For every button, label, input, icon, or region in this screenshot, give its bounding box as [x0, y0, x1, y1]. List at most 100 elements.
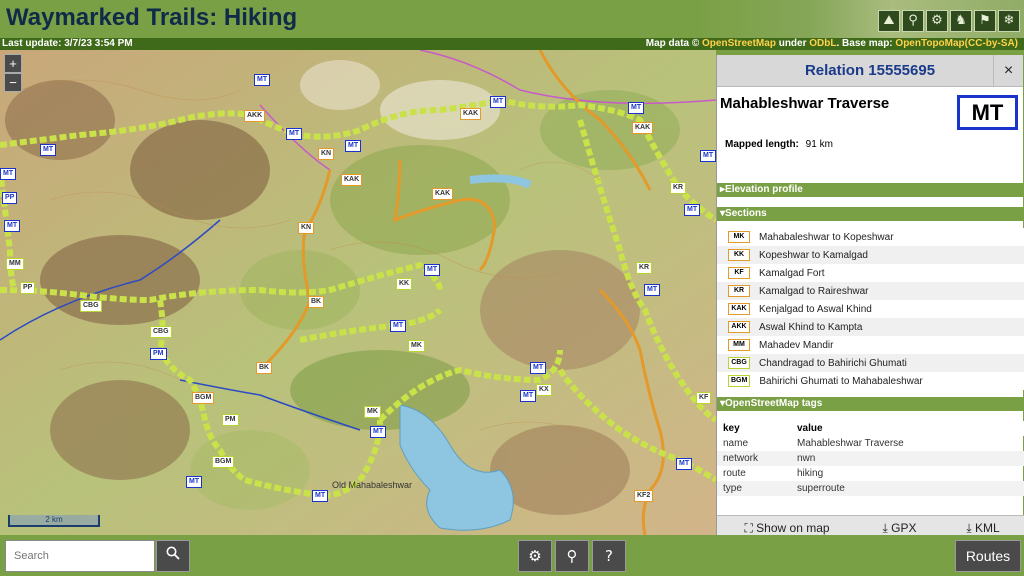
sections-toggle[interactable]: ▾Sections — [717, 207, 1024, 221]
hiking-icon[interactable]: ⛰ — [878, 10, 900, 32]
route-badge[interactable]: MT — [286, 128, 303, 140]
route-badge[interactable]: MT — [0, 168, 17, 180]
mtb-icon[interactable]: ⚙ — [926, 10, 948, 32]
section-name: Chandragad to Bahirichi Ghumati — [759, 357, 907, 369]
map-canvas[interactable] — [0, 50, 716, 535]
route-badge[interactable]: MT — [4, 220, 21, 232]
route-badge[interactable]: KR — [636, 262, 653, 274]
sections-label: Sections — [725, 208, 767, 219]
section-item[interactable]: KF Kamalgad Fort — [717, 264, 1024, 282]
section-item[interactable]: CBG Chandragad to Bahirichi Ghumati — [717, 354, 1024, 372]
route-badge[interactable]: CBG — [80, 300, 102, 312]
route-badge[interactable]: AKK — [244, 110, 266, 122]
route-badge[interactable]: MT — [40, 144, 57, 156]
route-badge[interactable]: MT — [370, 426, 387, 438]
route-badge[interactable]: KF — [696, 392, 712, 404]
relation-title: Relation 15555695 — [804, 62, 936, 79]
bottom-toolbar: ⚙ ⚲ ? Routes — [0, 535, 1024, 576]
route-badge[interactable]: BGM — [192, 392, 215, 404]
section-badge: AKK — [728, 321, 750, 333]
section-item[interactable]: BGM Bahirichi Ghumati to Mahabaleshwar — [717, 372, 1024, 390]
elevation-profile-label: Elevation profile — [725, 184, 803, 195]
section-item[interactable]: AKK Aswal Khind to Kampta — [717, 318, 1024, 336]
route-badge[interactable]: KAK — [341, 174, 363, 186]
route-badge[interactable]: KN — [318, 148, 335, 160]
route-badge[interactable]: MT — [700, 150, 716, 162]
route-badge[interactable]: PP — [20, 282, 36, 294]
section-item[interactable]: MM Mahadev Mandir — [717, 336, 1024, 354]
route-badge[interactable]: MK — [408, 340, 425, 352]
slopes-icon[interactable]: ❄ — [998, 10, 1020, 32]
section-name: Kamalgad to Raireshwar — [759, 285, 869, 297]
riding-icon[interactable]: ♞ — [950, 10, 972, 32]
mapped-length-label: Mapped length: — [725, 139, 799, 150]
zoom-in-button[interactable]: + — [4, 54, 22, 73]
route-badge[interactable]: MK — [364, 406, 381, 418]
route-badge[interactable]: MT — [390, 320, 407, 332]
route-badge[interactable]: MT — [490, 96, 507, 108]
route-badge[interactable]: MT — [520, 390, 537, 402]
mapped-length: Mapped length: 91 km — [725, 139, 833, 150]
osm-link[interactable]: OpenStreetMap — [702, 38, 776, 49]
theme-switcher: ⛰ ⚲ ⚙ ♞ ⚑ ❄ — [878, 10, 1020, 32]
route-badge[interactable]: KR — [670, 182, 687, 194]
section-badge: KR — [728, 285, 750, 297]
route-badge[interactable]: MT — [186, 476, 203, 488]
route-badge[interactable]: MT — [684, 204, 701, 216]
section-name: Mahabaleshwar to Kopeshwar — [759, 231, 894, 243]
section-badge: MM — [728, 339, 750, 351]
route-badge[interactable]: MT — [312, 490, 329, 502]
odbl-link[interactable]: ODbL — [809, 38, 836, 49]
route-badge[interactable]: MT — [644, 284, 661, 296]
map-view[interactable]: AKK MT KN MT MT KAK MT MT KAK KAK KN MT … — [0, 50, 716, 535]
route-badge[interactable]: MM — [6, 258, 24, 270]
route-badge[interactable]: KAK — [632, 122, 654, 134]
zoom-out-button[interactable]: − — [4, 73, 22, 92]
route-badge[interactable]: KF2 — [634, 490, 654, 502]
route-badge[interactable]: CBG — [150, 326, 172, 338]
route-badge[interactable]: PP — [2, 192, 18, 204]
route-badge[interactable]: BK — [256, 362, 273, 374]
section-name: Kamalgad Fort — [759, 267, 825, 279]
route-badge[interactable]: MT — [628, 102, 645, 114]
section-item[interactable]: KK Kopeshwar to Kamalgad — [717, 246, 1024, 264]
section-item[interactable]: MK Mahabaleshwar to Kopeshwar — [717, 228, 1024, 246]
route-badge[interactable]: KK — [396, 278, 413, 290]
gpx-label: GPX — [891, 521, 917, 535]
route-badge[interactable]: BGM — [212, 456, 235, 468]
route-badge[interactable]: MT — [345, 140, 362, 152]
route-badge[interactable]: KAK — [460, 108, 482, 120]
route-badge[interactable]: KN — [298, 222, 315, 234]
elevation-profile-toggle[interactable]: ▸Elevation profile — [717, 183, 1024, 197]
opentopomap-link[interactable]: OpenTopoMap(CC-by-SA) — [895, 38, 1018, 49]
help-button[interactable]: ? — [592, 540, 626, 572]
search-icon — [166, 546, 180, 560]
sections-list: MK Mahabaleshwar to Kopeshwar KK Kopeshwar… — [717, 228, 1024, 390]
section-item[interactable]: KAK Kenjalgad to Aswal Khind — [717, 300, 1024, 318]
route-badge[interactable]: BK — [308, 296, 325, 308]
skating-icon[interactable]: ⚑ — [974, 10, 996, 32]
attribution-text: Map data © — [645, 38, 703, 49]
route-badge[interactable]: PM — [222, 414, 239, 426]
section-item[interactable]: KR Kamalgad to Raireshwar — [717, 282, 1024, 300]
route-badge[interactable]: MT — [424, 264, 441, 276]
section-badge: CBG — [728, 357, 750, 369]
routes-button[interactable]: Routes — [955, 540, 1021, 572]
close-button[interactable]: × — [993, 55, 1023, 87]
route-badge[interactable]: KAK — [432, 188, 454, 200]
search-input[interactable] — [5, 540, 155, 572]
route-badge[interactable]: KX — [536, 384, 552, 396]
route-badge[interactable]: MT — [254, 74, 271, 86]
attribution-text: under — [775, 38, 810, 49]
gear-icon: ⚙ — [528, 547, 542, 565]
location-button[interactable]: ⚲ — [555, 540, 589, 572]
route-badge[interactable]: MT — [530, 362, 547, 374]
settings-button[interactable]: ⚙ — [518, 540, 552, 572]
route-badge[interactable]: PM — [150, 348, 167, 360]
cycling-icon[interactable]: ⚲ — [902, 10, 924, 32]
route-badge[interactable]: MT — [676, 458, 693, 470]
osm-tags-toggle[interactable]: ▾OpenStreetMap tags — [717, 397, 1024, 411]
search-button[interactable] — [156, 540, 190, 572]
app-title[interactable]: Waymarked Trails: Hiking — [6, 4, 297, 32]
section-name: Kopeshwar to Kamalgad — [759, 249, 868, 261]
